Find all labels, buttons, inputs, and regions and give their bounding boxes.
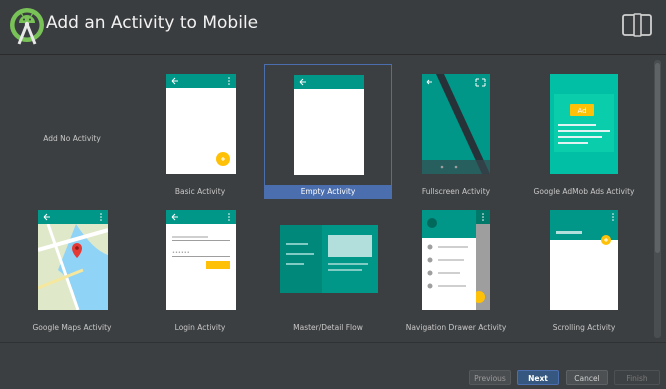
empty-activity-thumbnail-icon [294, 75, 364, 175]
fullscreen-activity-thumbnail-icon [422, 74, 490, 174]
template-google-maps-activity[interactable]: Google Maps Activity [8, 200, 136, 335]
template-label: Basic Activity [174, 187, 226, 196]
template-label: Google AdMob Ads Activity [533, 187, 635, 196]
ad-badge-text: Ad [577, 107, 586, 115]
template-label: Scrolling Activity [552, 323, 616, 332]
finish-button[interactable]: Finish [614, 370, 660, 385]
template-empty-activity[interactable]: Empty Activity [264, 64, 392, 199]
template-label: Fullscreen Activity [421, 187, 491, 196]
dialog-title: Add an Activity to Mobile [46, 13, 259, 33]
template-master-detail-flow[interactable]: Master/Detail Flow [264, 200, 392, 335]
template-fullscreen-activity[interactable]: Fullscreen Activity [392, 64, 520, 199]
next-button[interactable]: Next [517, 370, 559, 385]
gallery-scrollbar-thumb[interactable] [655, 63, 660, 253]
master-detail-thumbnail-icon [280, 225, 378, 293]
android-studio-logo-icon [10, 8, 44, 45]
nav-drawer-thumbnail-icon [422, 210, 490, 310]
template-basic-activity[interactable]: Basic Activity [136, 64, 264, 199]
template-label: Google Maps Activity [32, 323, 112, 332]
admob-activity-thumbnail-icon: Ad [550, 74, 618, 174]
template-label: Empty Activity [265, 185, 391, 199]
template-add-no-activity[interactable]: Add No Activity [8, 64, 136, 199]
template-navigation-drawer-activity[interactable]: Navigation Drawer Activity [392, 200, 520, 335]
svg-text:••••••: •••••• [172, 250, 190, 256]
maps-activity-thumbnail-icon [38, 210, 108, 310]
template-login-activity[interactable]: •••••• Login Activity [136, 200, 264, 335]
template-google-admob-ads-activity[interactable]: Ad Google AdMob Ads Activity [520, 64, 648, 199]
dialog-footer: Previous Next Cancel Finish [0, 342, 666, 389]
template-scrolling-activity[interactable]: Scrolling Activity [520, 200, 648, 335]
dialog-header: Add an Activity to Mobile [0, 0, 666, 55]
login-activity-thumbnail-icon: •••••• [166, 210, 236, 310]
scrolling-activity-thumbnail-icon [550, 210, 618, 310]
template-label: Add No Activity [43, 134, 101, 143]
template-label: Navigation Drawer Activity [405, 323, 507, 332]
previous-button[interactable]: Previous [469, 370, 511, 385]
basic-activity-thumbnail-icon [166, 74, 236, 174]
device-form-factor-icon [622, 13, 652, 37]
template-label: Login Activity [174, 323, 226, 332]
template-label: Master/Detail Flow [293, 323, 363, 332]
cancel-button[interactable]: Cancel [566, 370, 608, 385]
